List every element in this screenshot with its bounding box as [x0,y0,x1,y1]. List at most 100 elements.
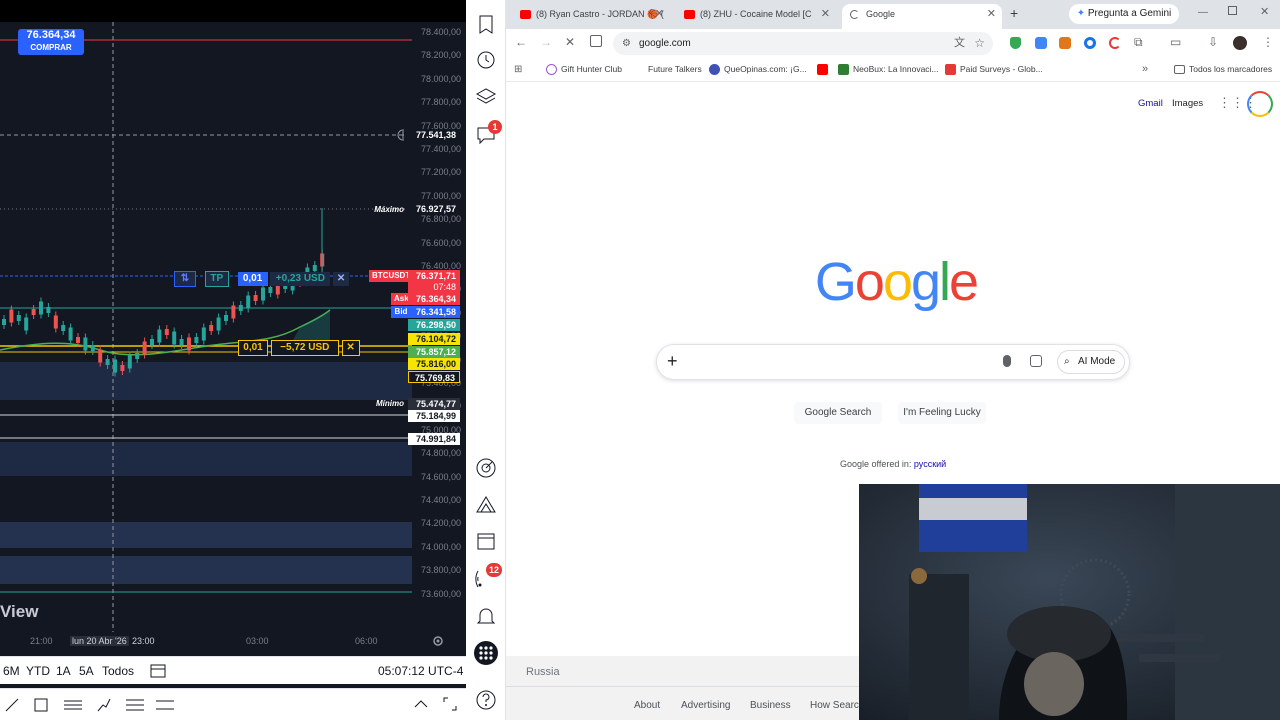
search-box[interactable]: + ⌕ AI Mode [656,344,1130,380]
tp-quantity[interactable]: 0,01 [237,272,268,286]
logo-letter: G [814,252,857,312]
range-all-button[interactable]: Todos [102,664,134,678]
candle [246,295,251,309]
fib-tool-icon[interactable] [125,697,145,713]
split-view-icon[interactable] [590,35,602,47]
fib-extension-icon[interactable] [155,697,175,713]
help-icon[interactable] [475,689,497,711]
bookmark-future-talkers[interactable]: Future Talkers [633,64,702,74]
sl-quantity[interactable]: 0,01 [238,340,268,356]
apps-grid-icon[interactable] [474,641,498,665]
parallel-channel-icon[interactable] [63,697,83,713]
extension-icon[interactable] [1084,37,1096,49]
trading-chart-panel[interactable]: 78.400,00 78.200,00 78.000,00 77.800,00 77.6… [0,0,466,720]
chart-settings-icon[interactable] [432,635,444,647]
fullscreen-icon[interactable] [443,697,457,711]
maximize-icon[interactable] [1228,6,1237,15]
address-bar[interactable]: ⚙ google.com 文 ☆ [613,32,993,55]
gemini-button[interactable]: ✦ Pregunta a Gemini [1069,4,1179,24]
back-arrow-icon[interactable]: ← [515,35,527,49]
all-bookmarks-folder[interactable]: Todos los marcadores [1174,64,1272,74]
bookmark-label: QueOpinas.com: ¡G... [724,64,807,74]
alarm-clock-icon[interactable] [475,48,497,70]
close-window-icon[interactable]: ✕ [1260,5,1269,18]
bookmark-gift-hunter[interactable]: Gift Hunter Club [546,64,622,75]
more-bookmarks-button[interactable]: » [1142,63,1148,75]
more-menu-icon[interactable]: ⋮ [1262,35,1274,49]
site-info-icon[interactable]: ⚙ [622,32,631,55]
webcam-image [859,484,1280,720]
chevron-up-icon[interactable] [413,699,429,709]
feeling-lucky-button[interactable]: I'm Feeling Lucky [898,402,986,424]
tp-button[interactable]: TP [204,271,229,287]
candle [90,345,95,351]
tab-ryan-castro[interactable]: (8) Ryan Castro - JORDAN 🏀 ( ✕ [512,4,670,29]
add-attachment-icon[interactable]: + [667,351,678,372]
close-tab-icon[interactable]: ✕ [655,4,664,25]
how-search-works-link[interactable]: How Search [810,700,864,711]
candle [187,337,191,351]
gmail-link[interactable]: Gmail [1138,98,1163,109]
tab-search-icon[interactable]: ▭ [1170,35,1181,49]
range-1y-button[interactable]: 1A [56,664,71,678]
bookmark-queopinas[interactable]: QueOpinas.com: ¡G... [709,64,807,75]
tp-close-button[interactable]: ✕ [333,272,350,286]
advertising-link[interactable]: Advertising [681,700,730,711]
stop-loading-icon[interactable]: ✕ [565,35,575,49]
vpn-shield-icon[interactable] [1010,37,1021,49]
extensions-puzzle-icon[interactable]: ⧉ [1134,35,1143,50]
candle [216,317,221,331]
translate-icon[interactable]: 文 [954,32,965,55]
trend-line-icon[interactable] [4,697,20,713]
downloads-icon[interactable]: ⇩ [1208,35,1218,49]
path-tool-icon[interactable] [96,697,112,713]
bookmark-neobux[interactable]: NeoBux: La Innovaci... [838,64,939,75]
about-link[interactable]: About [634,700,660,711]
tab-google[interactable]: Google ✕ [842,4,1002,29]
sl-close-button[interactable]: ✕ [341,340,360,356]
rectangle-tool-icon[interactable] [33,697,49,713]
range-5y-button[interactable]: 5A [79,664,94,678]
calendar-range-icon[interactable] [150,663,166,678]
layers-icon[interactable] [475,86,497,108]
minimize-icon[interactable]: — [1198,7,1208,18]
bookmark-icon[interactable] [475,14,497,36]
time-label: 23:00 [132,636,155,646]
time-axis[interactable]: 21:00 lun 20 Abr '26 23:00 03:00 06:00 [0,632,412,652]
candle [253,295,258,301]
sl-order-line[interactable]: 0,01 −5,72 USD ✕ [238,340,360,356]
range-ytd-button[interactable]: YTD [26,664,50,678]
business-link[interactable]: Business [750,700,791,711]
reverse-order-button[interactable]: ⇅ [174,271,196,287]
images-link[interactable]: Images [1172,98,1203,109]
extension-icon[interactable] [1109,37,1121,49]
close-tab-icon[interactable]: ✕ [821,4,830,25]
ideas-icon[interactable] [475,494,497,516]
ai-mode-button[interactable]: ⌕ AI Mode [1057,350,1125,374]
notifications-bell-icon[interactable] [475,605,497,627]
voice-search-icon[interactable] [1003,355,1011,367]
metamask-icon[interactable] [1059,37,1071,49]
tab-zhu[interactable]: (8) ZHU - Cocaine Model [C ✕ [676,4,836,29]
crosshair-price-tag: 77.541,38 [404,129,460,141]
close-tab-icon[interactable]: ✕ [987,4,996,25]
new-tab-button[interactable]: + [1010,5,1018,21]
chart-canvas[interactable] [0,22,466,632]
profile-avatar[interactable] [1233,36,1247,50]
bookmark-star-icon[interactable]: ☆ [974,32,985,55]
bookmark-paid-surveys[interactable]: Paid Surveys - Glob... [945,64,1043,75]
language-link[interactable]: русский [914,459,946,469]
forward-arrow-icon[interactable]: → [540,35,552,49]
calendar-icon[interactable] [475,530,497,552]
tp-order-line[interactable]: ⇅ TP 0,01 +0,23 USD ✕ [174,271,350,287]
buy-button[interactable]: 76.364,34 COMPRAR [18,29,84,55]
range-6m-button[interactable]: 6M [3,664,20,678]
target-icon[interactable] [475,457,497,479]
level-4-tag: 75.816,00 [408,358,460,370]
extension-icon[interactable] [1035,37,1047,49]
lens-search-icon[interactable] [1030,355,1042,367]
chart-clock[interactable]: 05:07:12 UTC-4 [378,664,463,678]
account-avatar[interactable] [1247,91,1273,117]
google-search-button[interactable]: Google Search [794,402,882,424]
apps-icon[interactable]: ⊞ [514,64,522,75]
